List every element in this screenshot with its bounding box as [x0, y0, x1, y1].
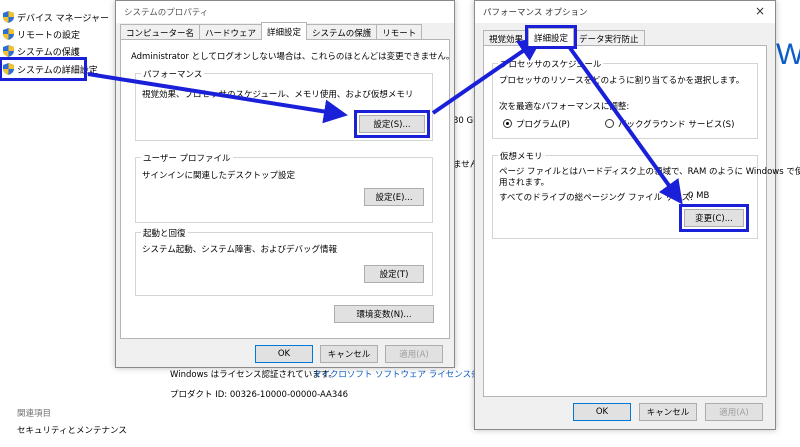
total-paging-label: すべてのドライブの総ページング ファイル サイズ: [499, 193, 693, 203]
adjust-label: 次を最適なパフォーマンスに調整: [499, 102, 630, 112]
group-title: パフォーマンス [141, 68, 205, 80]
tab-computer-name[interactable]: コンピューター名 [120, 24, 201, 40]
sidebar-item-system-protection[interactable]: システムの保護 [3, 43, 80, 59]
background-services-label: バックグラウンド サービス(S) [618, 120, 735, 130]
sidebar-item-advanced-settings[interactable]: システムの詳細設定 [0, 57, 98, 81]
apply-button[interactable]: 適用(A) [385, 345, 443, 363]
tab-bar: コンピューター名 ハードウェア 詳細設定 システムの保護 リモート [120, 22, 423, 40]
cancel-button[interactable]: キャンセル [320, 345, 378, 363]
sidebar-item-label: システムの保護 [17, 47, 80, 58]
sidebar-item-device-manager[interactable]: デバイス マネージャー [3, 9, 109, 25]
change-button[interactable]: 変更(C)... [679, 204, 749, 232]
group-title: 起動と回復 [141, 227, 188, 239]
license-status: Windows はライセンス認証されています。 [170, 370, 337, 380]
performance-options-window: パフォーマンス オプション × 視覚効果 詳細設定 データ実行防止 プロセッサの… [474, 0, 800, 430]
user-profile-settings-button[interactable]: 設定(E)... [364, 188, 424, 206]
background-services-radio[interactable] [605, 119, 614, 128]
environment-variables-button[interactable]: 環境変数(N)... [334, 305, 434, 323]
shield-icon [3, 11, 14, 23]
tab-advanced[interactable]: 詳細設定 [261, 22, 308, 40]
window-title: システムのプロパティ [124, 8, 209, 18]
tab-visual-effects[interactable]: 視覚効果 [483, 30, 530, 46]
sidebar-item-label: システムの詳細設定 [17, 65, 98, 76]
shield-icon [3, 28, 14, 40]
tab-advanced[interactable]: 詳細設定 [525, 25, 578, 49]
apply-button[interactable]: 適用(A) [705, 403, 763, 421]
advanced-tab-panel: Administrator としてログオンしない場合は、これらのほとんどは変更で… [120, 39, 454, 339]
virtual-memory-group: 仮想メモリ ページ ファイルとはハードディスク上の領域で、RAM のように Wi… [492, 150, 800, 239]
group-description: サインインに関連したデスクトップ設定 [142, 171, 296, 181]
group-description: システム起動、システム障害、およびデバッグ情報 [142, 245, 337, 255]
vm-description-line2: 用されます。 [499, 178, 550, 188]
tab-system-protection[interactable]: システムの保護 [306, 24, 378, 40]
startup-recovery-group: 起動と回復 システム起動、システム障害、およびデバッグ情報 設定(T) [135, 227, 433, 296]
programs-label: プログラム(P) [516, 120, 571, 130]
performance-group: パフォーマンス 視覚効果、プロセッサのスケジュール、メモリ使用、および仮想メモリ… [135, 68, 433, 141]
total-paging-value: 0 MB [688, 191, 710, 201]
ok-button[interactable]: OK [255, 345, 313, 363]
group-description: 視覚効果、プロセッサのスケジュール、メモリ使用、および仮想メモリ [142, 90, 414, 100]
title-bar: システムのプロパティ [116, 1, 454, 23]
sidebar-item-remote-settings[interactable]: リモートの設定 [3, 26, 80, 42]
group-title: プロセッサのスケジュール [498, 58, 604, 70]
performance-settings-button[interactable]: 設定(S)... [354, 110, 430, 138]
sidebar-item-label: リモートの設定 [17, 30, 81, 41]
windows-logo-text: W [776, 38, 800, 71]
cancel-button[interactable]: キャンセル [639, 403, 697, 421]
programs-radio[interactable] [503, 119, 512, 128]
ok-button[interactable]: OK [573, 403, 631, 421]
related-heading: 関連項目 [17, 409, 52, 419]
startup-settings-button[interactable]: 設定(T) [364, 265, 424, 283]
tab-hardware[interactable]: ハードウェア [199, 24, 263, 40]
advanced-tab-panel: プロセッサのスケジュール プロセッサのリソースをどのように割り当てるかを選択しま… [483, 45, 800, 397]
window-title: パフォーマンス オプション [483, 8, 588, 18]
tab-dep[interactable]: データ実行防止 [573, 30, 645, 46]
admin-note: Administrator としてログオンしない場合は、これらのほとんどは変更で… [131, 52, 455, 62]
title-bar: パフォーマンス オプション × [475, 1, 775, 23]
group-title: ユーザー プロファイル [141, 152, 233, 164]
tab-bar: 視覚効果 詳細設定 データ実行防止 [483, 25, 645, 49]
processor-scheduling-group: プロセッサのスケジュール プロセッサのリソースをどのように割り当てるかを選択しま… [492, 58, 758, 139]
system-properties-window: システムのプロパティ コンピューター名 ハードウェア 詳細設定 システムの保護 … [115, 0, 455, 368]
close-icon[interactable]: × [755, 4, 765, 18]
sidebar-item-label: デバイス マネージャー [17, 13, 109, 24]
shield-icon [3, 63, 14, 75]
group-title: 仮想メモリ [498, 150, 545, 162]
group-description: プロセッサのリソースをどのように割り当てるかを選択します。 [499, 76, 745, 86]
tab-remote[interactable]: リモート [376, 24, 423, 40]
product-id: プロダクト ID: 00326-10000-00000-AA346 [170, 390, 349, 400]
user-profile-group: ユーザー プロファイル サインインに関連したデスクトップ設定 設定(E)... [135, 152, 433, 223]
shield-icon [3, 45, 14, 57]
security-maintenance-link[interactable]: セキュリティとメンテナンス [17, 424, 127, 436]
